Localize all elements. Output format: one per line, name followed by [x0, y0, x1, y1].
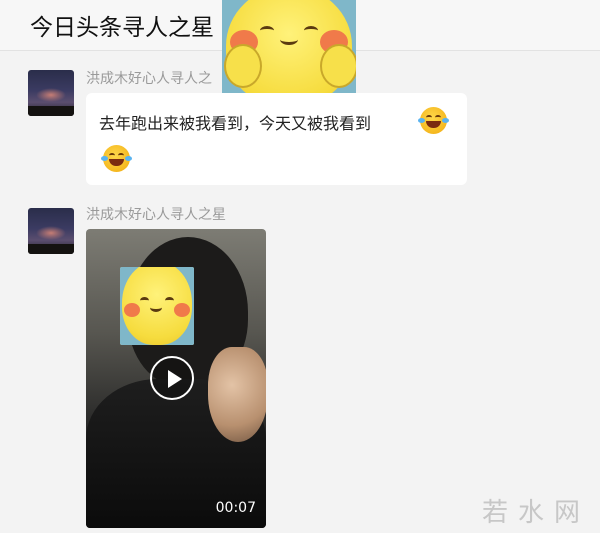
- avatar[interactable]: [28, 208, 74, 254]
- sender-name: 洪成木好心人寻人之: [86, 71, 212, 87]
- face-with-tears-of-joy-icon: [101, 145, 132, 172]
- video-message[interactable]: 00:07: [86, 229, 266, 528]
- face-with-tears-of-joy-icon: [418, 107, 449, 134]
- sender-name: 洪成木好心人寻人之星: [86, 207, 226, 223]
- avatar[interactable]: [28, 70, 74, 116]
- pikachu-sticker-top: [222, 0, 356, 104]
- play-icon: [168, 370, 182, 388]
- play-button[interactable]: [150, 356, 194, 400]
- watermark: 若水网: [481, 498, 590, 528]
- pikachu-sticker-face: [120, 267, 194, 345]
- message-bubble[interactable]: 去年跑出来被我看到，今天又被我看到: [86, 93, 467, 185]
- video-duration: 00:07: [215, 500, 256, 516]
- chat-title: 今日头条寻人之星: [30, 15, 214, 41]
- message-text: 去年跑出来被我看到，今天又被我看到: [99, 114, 372, 133]
